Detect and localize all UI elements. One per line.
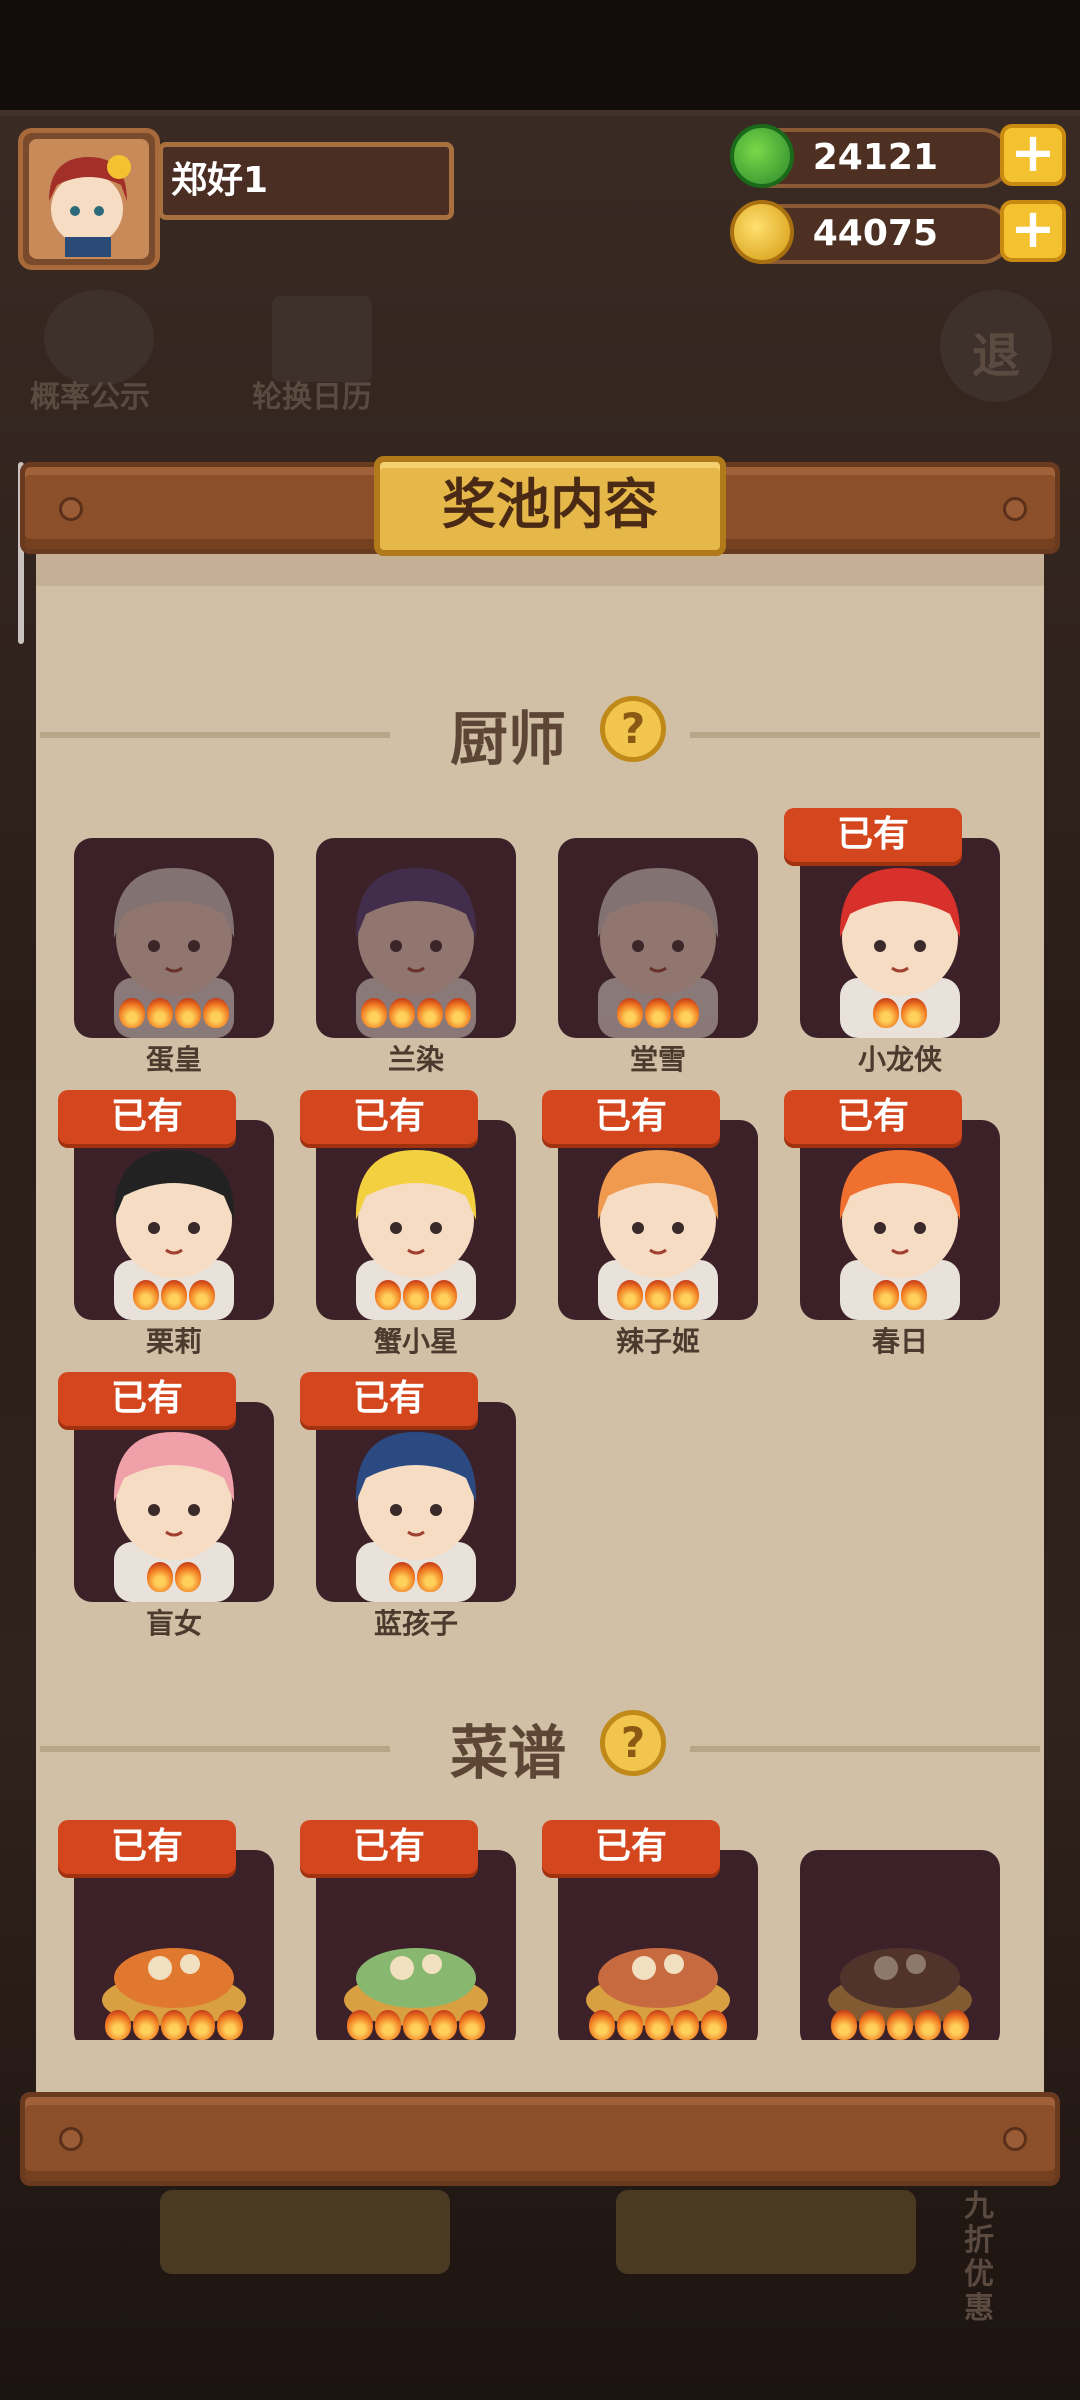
flame-icon (645, 2010, 671, 2040)
flame-icon (617, 2010, 643, 2040)
recipe-rarity (74, 2010, 274, 2040)
recipe-rarity (558, 2010, 758, 2040)
flame-icon (915, 2010, 941, 2040)
flame-icon (105, 2010, 131, 2040)
recipe-rarity (800, 2010, 1000, 2040)
owned-badge: 已有 (58, 1820, 236, 1874)
flame-icon (431, 2010, 457, 2040)
flame-icon (831, 2010, 857, 2040)
ten-draw-button-bg (616, 2190, 916, 2274)
flame-icon (701, 2010, 727, 2040)
flame-icon (459, 2010, 485, 2040)
flame-icon (943, 2010, 969, 2040)
discount-label: 九折优惠 (964, 2189, 994, 2326)
owned-badge: 已有 (300, 1820, 478, 1874)
recipe-card[interactable] (74, 1850, 274, 2040)
single-draw-button-bg (160, 2190, 450, 2274)
nail (59, 2127, 83, 2151)
flame-icon (403, 2010, 429, 2040)
owned-badge: 已有 (542, 1820, 720, 1874)
flame-icon (375, 2010, 401, 2040)
flame-icon (347, 2010, 373, 2040)
bottom-plank (20, 2092, 1060, 2186)
recipe-card[interactable] (316, 1850, 516, 2040)
recipe-card[interactable] (558, 1850, 758, 2040)
recipe-rarity (316, 2010, 516, 2040)
flame-icon (673, 2010, 699, 2040)
flame-icon (133, 2010, 159, 2040)
flame-icon (589, 2010, 615, 2040)
flame-icon (161, 2010, 187, 2040)
flame-icon (189, 2010, 215, 2040)
recipe-grid: 已有 已有 已有 (0, 0, 1080, 2040)
recipe-card[interactable] (800, 1850, 1000, 2040)
flame-icon (887, 2010, 913, 2040)
flame-icon (217, 2010, 243, 2040)
nail (1003, 2127, 1027, 2151)
flame-icon (859, 2010, 885, 2040)
